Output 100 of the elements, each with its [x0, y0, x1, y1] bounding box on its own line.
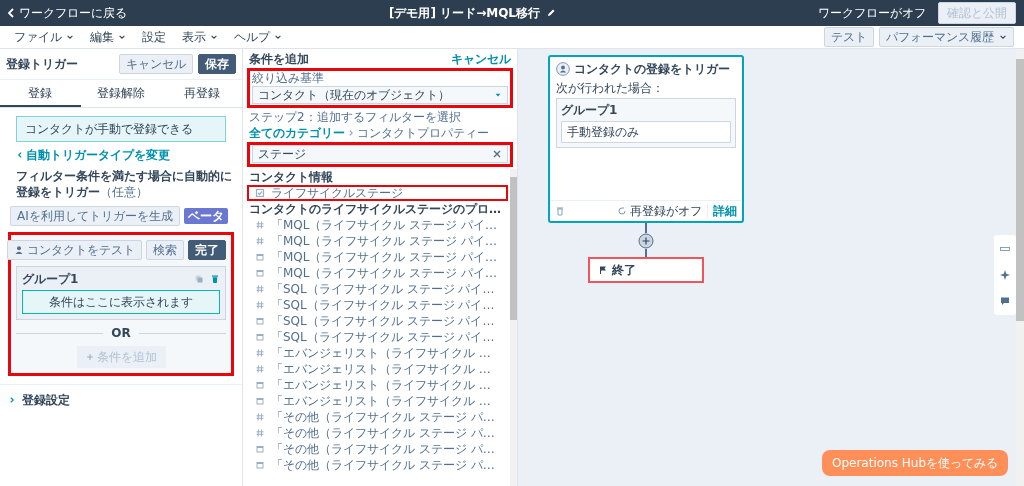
filter-type-select[interactable]: コンタクト（現在のオブジェクト）	[252, 86, 508, 104]
done-button[interactable]: 完了	[188, 240, 226, 260]
hash-icon	[255, 236, 265, 246]
reenroll-status: 再登録がオフ	[630, 204, 702, 218]
cancel-button[interactable]: キャンセル	[119, 54, 193, 74]
ai-generate-button[interactable]: AIを利用してトリガーを生成	[10, 206, 180, 226]
section-heading: コンタクト情報	[248, 169, 334, 185]
trigger-type-box: コンタクトが手動で登録できる	[16, 116, 226, 142]
cancel-link[interactable]: キャンセル	[451, 52, 511, 66]
property-item[interactable]: 「SQL（ライフサイクル ステージ パイ…	[247, 329, 508, 345]
panel-title: 登録トリガー	[6, 57, 78, 71]
property-item[interactable]: ライフサイクルステージ	[247, 185, 508, 201]
trash-icon[interactable]	[210, 274, 220, 284]
chevron-left-icon	[16, 151, 24, 159]
menu-item[interactable]: ヘルプ	[234, 30, 282, 44]
clear-icon[interactable]	[492, 149, 502, 159]
history-button[interactable]: パフォーマンス履歴	[879, 27, 1014, 47]
test-contact-button[interactable]: コンタクトをテスト	[7, 240, 142, 260]
add-step-icon[interactable]	[638, 233, 654, 249]
search-field[interactable]: ステージ	[252, 145, 508, 163]
property-item[interactable]: 「エバンジェリスト（ライフサイクル …	[247, 393, 508, 409]
property-item[interactable]: 「SQL（ライフサイクル ステージ パイ…	[247, 297, 508, 313]
menu-item[interactable]: ファイル	[14, 30, 74, 44]
property-item[interactable]: 「エバンジェリスト（ライフサイクル …	[247, 345, 508, 361]
tab[interactable]: 再登録	[161, 80, 242, 107]
property-item[interactable]: 「MQL（ライフサイクル ステージ パイ…	[247, 217, 508, 233]
property-item[interactable]: 「その他（ライフサイクル ステージ パ…	[247, 441, 508, 457]
chevron-right-icon	[8, 396, 16, 404]
back-link[interactable]: ワークフローに戻る	[6, 6, 127, 20]
chevron-left-icon	[6, 8, 16, 18]
settings-section-toggle[interactable]: 登録設定	[0, 384, 242, 415]
property-item[interactable]: 「エバンジェリスト（ライフサイクル …	[247, 377, 508, 393]
calendar-icon	[255, 316, 265, 326]
property-item[interactable]: 「その他（ライフサイクル ステージ パ…	[247, 425, 508, 441]
search-button[interactable]: 検索	[146, 240, 184, 260]
property-item[interactable]: 「MQL（ライフサイクル ステージ パイ…	[247, 265, 508, 281]
hash-icon	[255, 220, 265, 230]
group-title: グループ1	[561, 103, 619, 117]
breadcrumb-item[interactable]: コンタクトプロパティー	[357, 126, 489, 140]
property-item[interactable]: 「MQL（ライフサイクル ステージ パイ…	[247, 249, 508, 265]
breadcrumb-item[interactable]: 全てのカテゴリー	[249, 126, 345, 140]
or-label: OR	[111, 326, 131, 340]
hash-icon	[255, 412, 265, 422]
condition-chip: 手動登録のみ	[561, 121, 731, 143]
trigger-card[interactable]: コンタクトの登録をトリガー 次が行われた場合： グループ1 手動登録のみ 再登録がオフ 詳細	[548, 55, 744, 223]
scrollbar[interactable]	[1016, 49, 1024, 486]
group-title: グループ1	[22, 272, 79, 286]
condition-text: 次が行われた場合：	[555, 81, 665, 97]
caret-icon	[494, 91, 502, 99]
caret-icon	[999, 33, 1007, 41]
menu-item[interactable]: 表示	[182, 30, 218, 44]
scrollbar[interactable]	[510, 169, 517, 486]
change-trigger-link[interactable]: 自動トリガータイプを変更	[16, 148, 234, 162]
end-node[interactable]: 終了	[588, 257, 704, 283]
details-link[interactable]: 詳細	[708, 204, 742, 218]
refresh-icon	[617, 206, 627, 216]
hash-icon	[255, 428, 265, 438]
step-text: ステップ2：追加するフィルターを選択	[248, 110, 462, 124]
calendar-icon	[255, 268, 265, 278]
person-icon	[556, 62, 570, 76]
property-item[interactable]: 「その他（ライフサイクル ステージ パ…	[247, 457, 508, 473]
menu-item[interactable]: 設定	[142, 30, 166, 44]
caret-icon	[118, 33, 126, 41]
property-item[interactable]: 「その他（ライフサイクル ステージ パ…	[247, 409, 508, 425]
flag-icon	[598, 265, 608, 275]
calendar-icon	[255, 252, 265, 262]
tab[interactable]: 登録解除	[80, 80, 162, 107]
sparkle-icon[interactable]	[999, 269, 1011, 281]
hash-icon	[255, 300, 265, 310]
caret-icon	[210, 33, 218, 41]
calendar-icon	[255, 444, 265, 454]
workflow-status: ワークフローがオフ	[818, 6, 926, 20]
drop-zone: 条件はここに表示されます	[22, 290, 220, 314]
calendar-icon	[255, 460, 265, 470]
caret-icon	[66, 33, 74, 41]
workflow-title: [デモ用] リード→MQL移行	[389, 6, 540, 20]
pencil-icon[interactable]	[546, 8, 556, 18]
person-icon	[14, 245, 24, 255]
property-item[interactable]: 「MQL（ライフサイクル ステージ パイ…	[247, 233, 508, 249]
copy-icon[interactable]	[194, 274, 204, 284]
trash-icon[interactable]	[555, 206, 565, 216]
chevron-right-icon	[347, 129, 355, 137]
plus-icon	[85, 353, 94, 361]
menu-item[interactable]: 編集	[90, 30, 126, 44]
card-title: コンタクトの登録をトリガー	[574, 62, 730, 76]
caret-icon	[274, 33, 282, 41]
property-item[interactable]: 「エバンジェリスト（ライフサイクル …	[247, 361, 508, 377]
comment-icon[interactable]	[999, 295, 1011, 307]
save-button[interactable]: 保存	[198, 54, 236, 74]
tab[interactable]: 登録	[0, 80, 81, 107]
property-item[interactable]: 「SQL（ライフサイクル ステージ パイ…	[247, 313, 508, 329]
select-label: 絞り込み基準	[252, 71, 325, 85]
calendar-icon	[255, 380, 265, 390]
calendar-icon	[255, 396, 265, 406]
property-item[interactable]: 「SQL（ライフサイクル ステージ パイ…	[247, 281, 508, 297]
hash-icon	[255, 348, 265, 358]
test-button[interactable]: テスト	[824, 27, 874, 47]
property-icon	[255, 188, 265, 198]
hash-icon	[255, 364, 265, 374]
filter-heading: フィルター条件を満たす場合に自動的に登録をトリガー（任意）	[16, 168, 233, 200]
